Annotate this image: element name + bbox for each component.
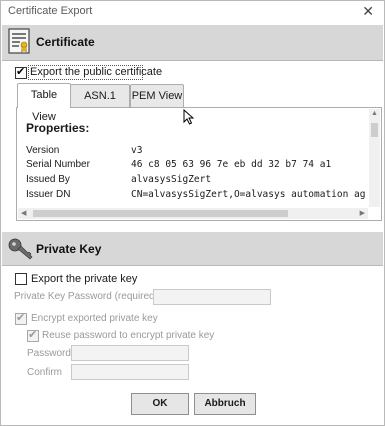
property-key: Serial Number — [26, 159, 90, 170]
horizontal-scrollbar[interactable]: ◀ ▶ — [18, 208, 368, 219]
private-key-section-header: Private Key — [2, 232, 383, 266]
property-value: v3 — [131, 145, 143, 156]
ok-button[interactable]: OK — [131, 393, 189, 415]
private-key-password-field[interactable] — [153, 289, 271, 305]
reuse-password-label[interactable]: Reuse password to encrypt private key — [42, 330, 214, 341]
vertical-scroll-thumb[interactable] — [371, 123, 378, 137]
tab-pem-view[interactable]: PEM View — [130, 84, 184, 107]
encrypt-private-key-label[interactable]: Encrypt exported private key — [31, 313, 158, 324]
export-public-certificate-label[interactable]: Export the public certificate — [30, 66, 162, 78]
certificate-section-title: Certificate — [36, 35, 95, 49]
property-value: 46 c8 05 63 96 7e eb dd 32 b7 74 a1 — [131, 159, 332, 170]
private-key-section-title: Private Key — [36, 242, 102, 256]
certificate-icon — [8, 28, 30, 54]
export-private-key-checkbox[interactable] — [15, 273, 27, 285]
encrypt-private-key-checkbox[interactable] — [15, 311, 27, 325]
property-row: Issuer DN CN=alvasysSigZert,O=alvasys au… — [26, 189, 366, 204]
tab-asn1-view[interactable]: ASN.1 View — [70, 84, 130, 124]
window-title: Certificate Export — [8, 5, 93, 17]
certificate-section-header: Certificate — [2, 25, 383, 61]
scroll-right-arrow-icon[interactable]: ▶ — [360, 209, 365, 217]
export-private-key-label[interactable]: Export the private key — [31, 273, 137, 285]
confirm-label: Confirm — [27, 367, 63, 378]
property-value: CN=alvasysSigZert,O=alvasys automation a… — [131, 189, 366, 200]
horizontal-scroll-thumb[interactable] — [33, 210, 288, 217]
property-key: Version — [26, 145, 60, 156]
cancel-button[interactable]: Abbruch — [194, 393, 256, 415]
vertical-scrollbar[interactable]: ▲ — [369, 109, 380, 207]
property-key: Issuer DN — [26, 189, 71, 200]
scroll-up-arrow-icon[interactable]: ▲ — [371, 110, 378, 117]
scroll-left-arrow-icon[interactable]: ◀ — [21, 209, 26, 217]
table-view-panel: Properties: Version v3 Serial Number 46 … — [16, 107, 382, 221]
tab-table-view[interactable]: Table View — [17, 83, 71, 123]
mouse-cursor-icon — [183, 109, 194, 125]
password-label: Password — [27, 348, 71, 359]
export-public-certificate-checkbox[interactable] — [15, 65, 27, 79]
confirm-field[interactable] — [71, 364, 189, 380]
private-key-password-label: Private Key Password (required): — [14, 291, 161, 302]
reuse-password-checkbox[interactable] — [27, 328, 39, 342]
title-bar: Certificate Export ✕ — [1, 1, 384, 23]
close-icon[interactable]: ✕ — [362, 3, 374, 20]
key-icon — [8, 238, 33, 260]
property-key: Issued By — [26, 174, 70, 185]
certificate-export-dialog: Certificate Export ✕ Certificate Export … — [0, 0, 385, 426]
password-field[interactable] — [71, 345, 189, 361]
property-value: alvasysSigZert — [131, 174, 212, 185]
